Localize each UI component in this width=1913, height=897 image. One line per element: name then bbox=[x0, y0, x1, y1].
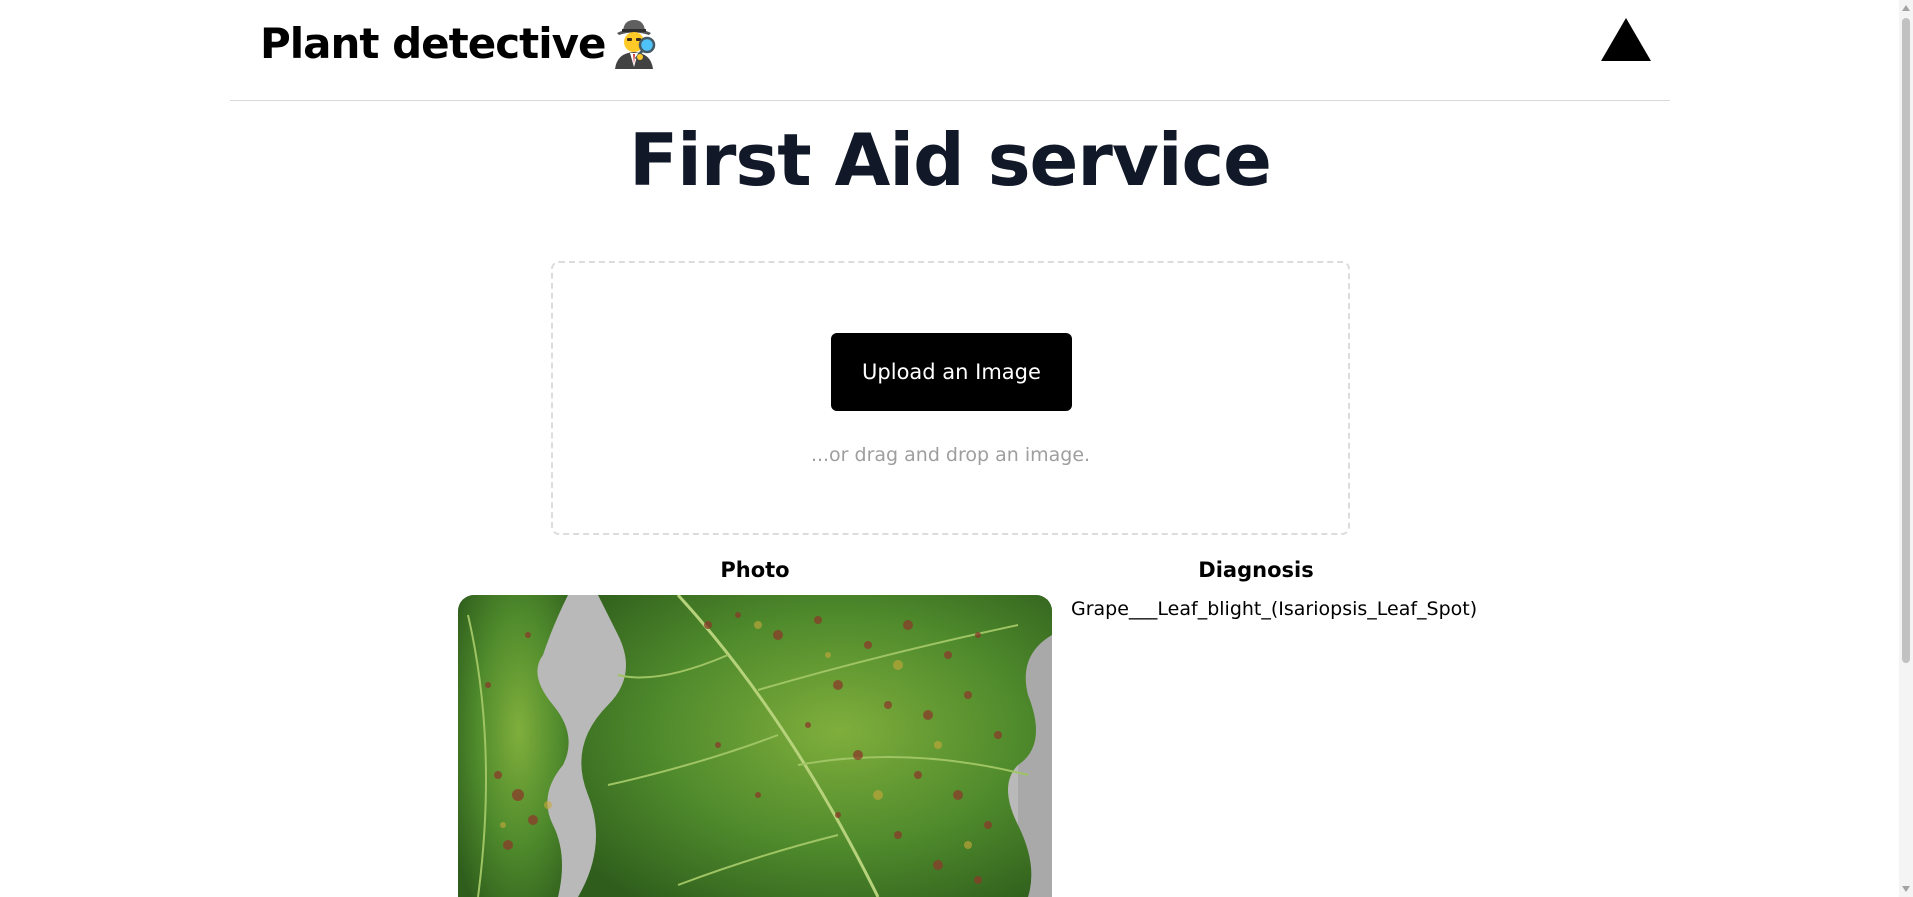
diagnosis-heading: Diagnosis bbox=[1198, 558, 1314, 582]
detective-icon bbox=[609, 17, 659, 69]
scroll-thumb[interactable] bbox=[1902, 18, 1910, 663]
image-dropzone[interactable]: Upload an Image ...or drag and drop an i… bbox=[551, 261, 1350, 535]
brand-title: Plant detective bbox=[260, 18, 606, 68]
upload-image-button[interactable]: Upload an Image bbox=[831, 333, 1072, 411]
scroll-up-icon[interactable] bbox=[1902, 5, 1910, 11]
drag-drop-hint: ...or drag and drop an image. bbox=[810, 444, 1091, 466]
top-navbar: Plant detective bbox=[230, 0, 1670, 101]
photo-heading: Photo bbox=[720, 558, 790, 582]
diagnosis-result: Grape___Leaf_blight_(Isariopsis_Leaf_Spo… bbox=[1071, 598, 1478, 620]
brand[interactable]: Plant detective bbox=[260, 14, 659, 72]
grape-leaf-photo bbox=[458, 595, 1052, 897]
vertical-scrollbar[interactable] bbox=[1899, 0, 1913, 897]
page: Plant detective First Aid service Upload… bbox=[0, 0, 1913, 897]
page-title: First Aid service bbox=[628, 118, 1272, 202]
scroll-down-icon[interactable] bbox=[1902, 886, 1910, 892]
triangle-logo-icon[interactable] bbox=[1601, 18, 1651, 61]
